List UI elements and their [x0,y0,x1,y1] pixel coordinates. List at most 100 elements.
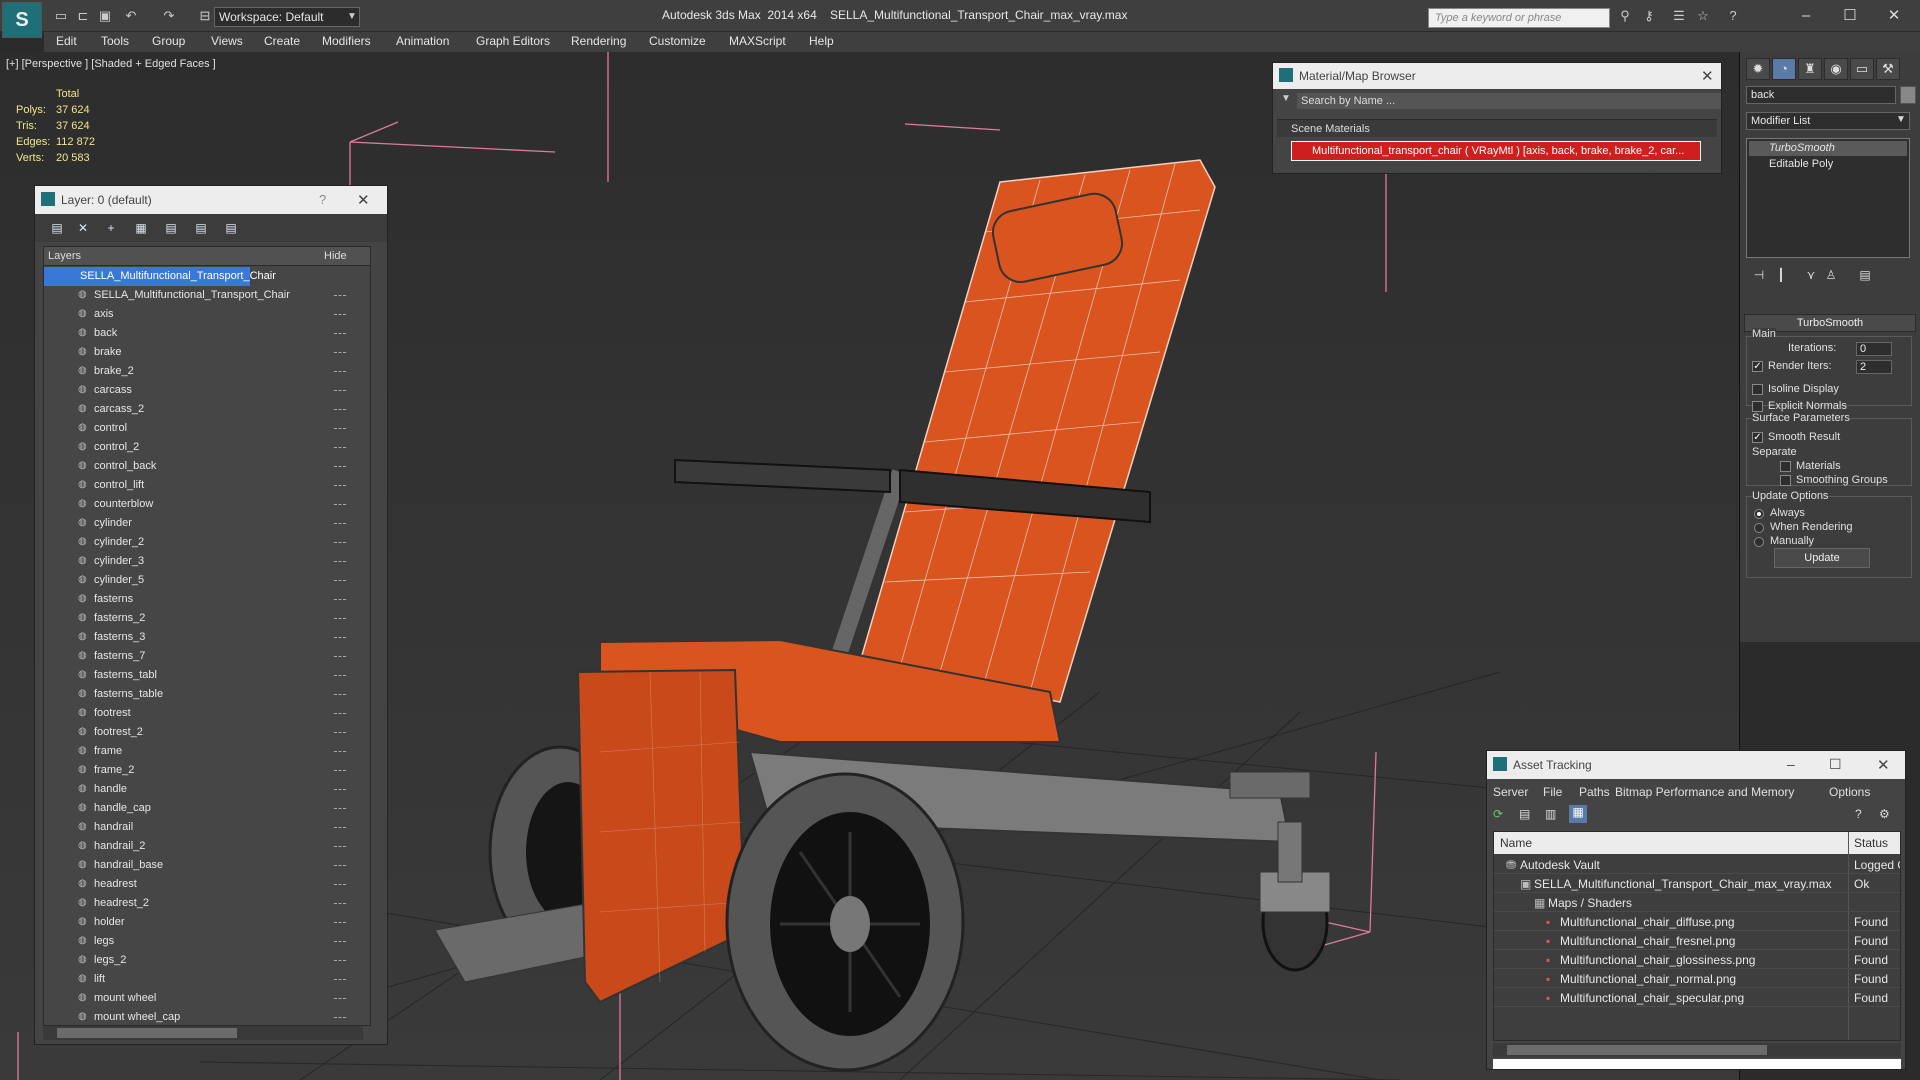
hide-toggle[interactable] [334,333,346,335]
layer-row[interactable]: ◍ headrest [44,875,354,894]
hide-toggle[interactable] [334,675,346,677]
layer-row[interactable]: ◍ cylinder_5 [44,571,354,590]
save-file-icon[interactable]: ▣ [96,8,114,24]
hide-all-icon[interactable]: ▤ [191,219,211,237]
layer-row[interactable]: ◍ SELLA_Multifunctional_Transport_Chair [44,286,354,305]
hide-toggle[interactable] [334,922,346,924]
materials-checkbox[interactable] [1780,461,1791,472]
project-folder-icon[interactable]: ⊟ [196,8,214,24]
layer-row[interactable]: ◍ cylinder_3 [44,552,354,571]
hide-toggle[interactable] [334,447,346,449]
asset-menu-options[interactable]: Options [1829,785,1870,799]
close-icon[interactable]: ✕ [1877,756,1890,774]
new-file-icon[interactable]: ▭ [52,8,70,24]
hide-toggle[interactable] [334,542,346,544]
layer-row[interactable]: ◍ handle_cap [44,799,354,818]
hide-toggle[interactable] [334,1017,346,1019]
layer-row[interactable]: ◍ frame_2 [44,761,354,780]
asset-horizontal-scrollbar[interactable] [1493,1043,1901,1057]
layer-row[interactable]: ◍ cylinder [44,514,354,533]
explicit-normals-checkbox[interactable] [1752,401,1763,412]
asset-row[interactable]: ▣ SELLA_Multifunctional_Transport_Chair_m… [1494,874,1900,893]
hide-toggle[interactable] [334,314,346,316]
stack-item-editable-poly[interactable]: Editable Poly [1749,157,1907,172]
layer-row[interactable]: ◍ handrail [44,818,354,837]
menu-edit[interactable]: Edit [56,34,77,48]
freeze-all-icon[interactable]: ▤ [221,219,241,237]
star-icon[interactable]: ☆ [1694,8,1712,24]
hide-toggle[interactable] [334,998,346,1000]
menu-tools[interactable]: Tools [101,34,129,48]
layer-row[interactable]: ◍ lift [44,970,354,989]
help-icon[interactable]: ? [1724,8,1742,24]
asset-row[interactable]: ▪ Multifunctional_chair_diffuse.png Found [1494,912,1900,931]
menu-graph-editors[interactable]: Graph Editors [476,34,550,48]
menu-maxscript[interactable]: MAXScript [729,34,786,48]
chevron-down-icon[interactable]: ▼ [1281,93,1291,104]
hide-toggle[interactable] [334,485,346,487]
layer-row[interactable]: ◍ back [44,324,354,343]
hide-toggle[interactable] [334,371,346,373]
redo-icon[interactable]: ↷ [160,8,178,24]
add-to-layer-icon[interactable]: + [101,219,121,237]
iterations-spinner[interactable]: 0 [1856,342,1892,356]
hide-toggle[interactable] [334,466,346,468]
close-icon[interactable]: ✕ [1874,5,1914,27]
show-end-result-icon[interactable]: ┃ [1772,266,1790,284]
hide-toggle[interactable] [334,770,346,772]
menu-customize[interactable]: Customize [649,34,706,48]
stack-item-turbosmooth[interactable]: TurboSmooth [1749,141,1907,156]
layer-row[interactable]: ◍ brake [44,343,354,362]
layer-row[interactable]: ◍ legs [44,932,354,951]
layer-row[interactable]: ◍ handle [44,780,354,799]
when-rendering-radio[interactable] [1754,523,1764,533]
hide-toggle[interactable] [334,409,346,411]
col-status[interactable]: Status [1854,836,1888,850]
smooth-result-checkbox[interactable]: ✓ [1752,432,1763,443]
asset-menu-server[interactable]: Server [1493,785,1528,799]
hide-toggle[interactable] [334,846,346,848]
modify-tab-icon[interactable]: ◔ [1772,58,1796,80]
subscription-icon[interactable]: ☰ [1670,8,1688,24]
asset-row[interactable]: ▪ Multifunctional_chair_fresnel.png Found [1494,931,1900,950]
app-logo-button[interactable]: S [2,2,42,38]
hide-toggle[interactable] [334,713,346,715]
layer-row[interactable]: ◍ fasterns [44,590,354,609]
render-iters-checkbox[interactable]: ✓ [1752,361,1763,372]
layer-row[interactable]: ◍ control_lift [44,476,354,495]
asset-menu-paths[interactable]: Paths [1579,785,1610,799]
layer-row[interactable]: ◍ cylinder_2 [44,533,354,552]
detail-view-icon[interactable]: ▥ [1545,807,1556,821]
layer-row[interactable]: ◍ control_2 [44,438,354,457]
asset-row[interactable]: ⛃Autodesk Vault Logged O [1494,855,1900,874]
render-iters-spinner[interactable]: 2 [1856,360,1892,374]
layer-row[interactable]: ◍ mount wheel [44,989,354,1008]
col-name[interactable]: Name [1500,836,1532,850]
hide-toggle[interactable] [334,295,346,297]
col-hide[interactable]: Hide [324,250,347,262]
isoline-checkbox[interactable] [1752,384,1763,395]
layer-row[interactable]: ◍ fasterns_2 [44,609,354,628]
scroll-thumb[interactable] [1507,1045,1767,1055]
pin-stack-icon[interactable]: ⊣ [1750,266,1768,284]
col-layers[interactable]: Layers [48,250,81,262]
hide-toggle[interactable] [334,865,346,867]
hide-toggle[interactable] [334,884,346,886]
layer-row[interactable]: ◍ handrail_base [44,856,354,875]
hide-toggle[interactable] [334,428,346,430]
minimize-icon[interactable]: – [1786,5,1826,27]
hide-toggle[interactable] [334,979,346,981]
update-button[interactable]: Update [1774,548,1870,568]
layer-row-root[interactable]: SELLA_Multifunctional_Transport_Chair [44,267,276,286]
close-icon[interactable]: ✕ [1701,67,1714,85]
workspace-dropdown[interactable]: Workspace: Default [214,7,360,27]
menu-animation[interactable]: Animation [396,34,449,48]
undo-icon[interactable]: ↶ [122,8,140,24]
layer-row[interactable]: ◍ control_back [44,457,354,476]
object-color-swatch[interactable] [1900,86,1916,104]
modifier-list-dropdown[interactable]: Modifier List [1746,112,1910,130]
scene-materials-section[interactable]: Scene Materials [1277,119,1717,137]
hide-toggle[interactable] [334,941,346,943]
hierarchy-tab-icon[interactable]: ♜ [1798,58,1822,80]
add-layer-icon[interactable]: ▤ [47,219,67,237]
